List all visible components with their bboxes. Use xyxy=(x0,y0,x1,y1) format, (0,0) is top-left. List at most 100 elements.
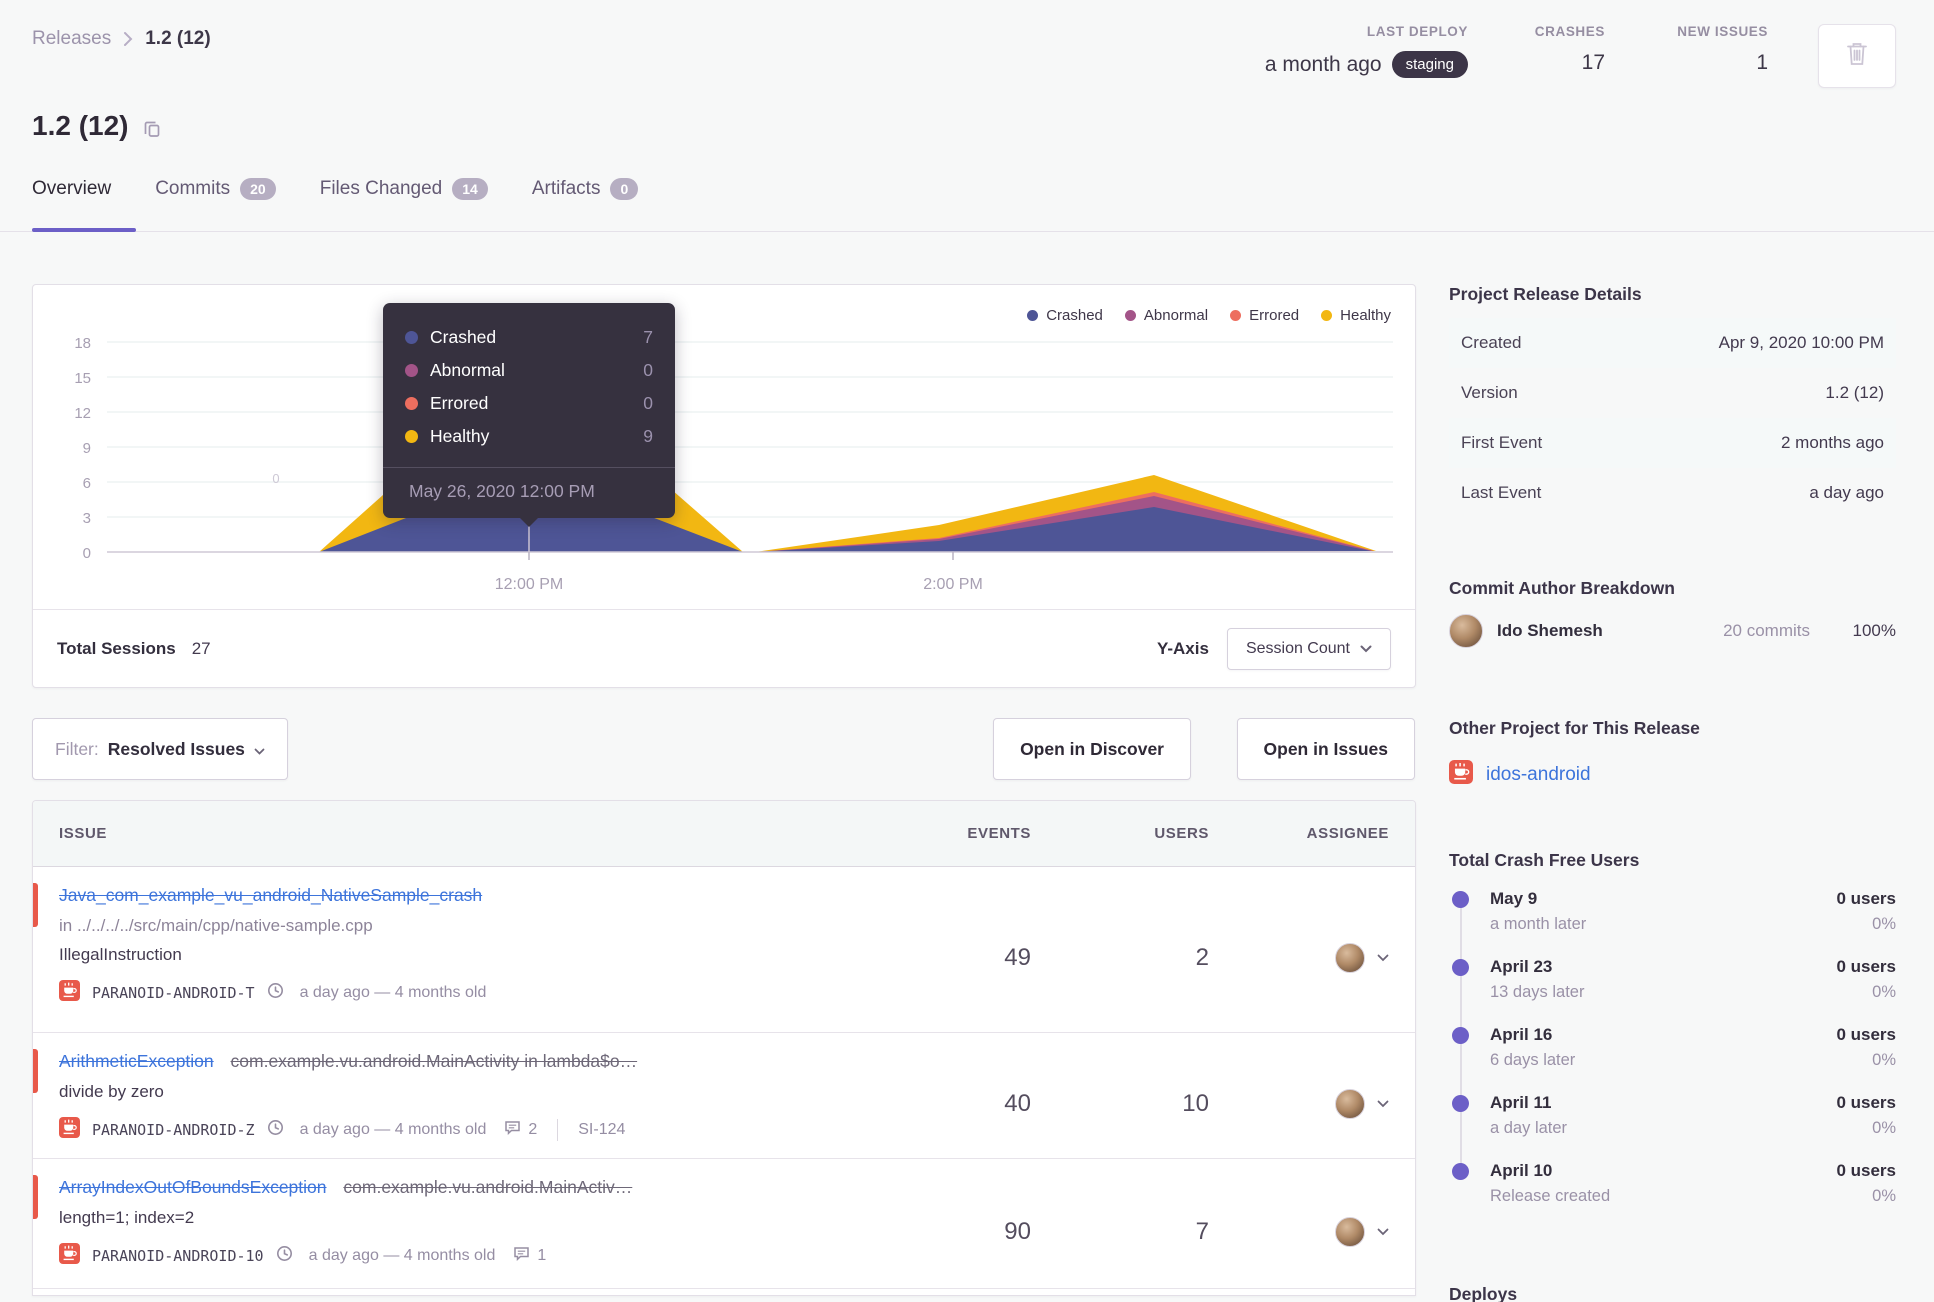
legend-errored[interactable]: Errored xyxy=(1230,307,1299,324)
abnormal-dot-icon xyxy=(1124,310,1136,321)
error-level-bar xyxy=(33,1175,38,1219)
tab-artifacts[interactable]: Artifacts 0 xyxy=(532,178,639,220)
author-avatar xyxy=(1449,614,1483,648)
filter-dropdown[interactable]: Filter: Resolved Issues xyxy=(32,718,288,780)
assignee-avatar[interactable] xyxy=(1335,942,1365,973)
tab-files-changed[interactable]: Files Changed 14 xyxy=(320,178,488,220)
project-slug[interactable]: PARANOID-ANDROID-Z xyxy=(92,1121,255,1139)
comments-indicator[interactable]: 1 xyxy=(513,1246,546,1266)
detail-row-created: Created Apr 9, 2020 10:00 PM xyxy=(1449,318,1896,368)
y-axis-label: Y-Axis xyxy=(1156,638,1209,658)
new-issues-stat: NEW ISSUES 1 xyxy=(1677,24,1768,75)
chevron-right-icon xyxy=(123,31,133,47)
commits-count-badge: 20 xyxy=(240,178,276,200)
crash-free-entry: April 23 13 days later 0 users 0% xyxy=(1449,956,1896,1002)
new-issues-value: 1 xyxy=(1756,51,1768,74)
crashes-value: 17 xyxy=(1581,51,1605,74)
linked-ticket[interactable]: SI-124 xyxy=(578,1121,625,1139)
commit-author-heading: Commit Author Breakdown xyxy=(1449,578,1675,598)
last-deploy-label: LAST DEPLOY xyxy=(1366,24,1468,39)
issue-row: ArrayIndexOutOfBoundsException com.examp… xyxy=(33,1159,1415,1289)
legend-crashed[interactable]: Crashed xyxy=(1027,307,1103,324)
java-platform-icon xyxy=(59,980,80,1006)
svg-text:6: 6 xyxy=(83,475,91,492)
issue-events-count: 90 xyxy=(1004,1217,1031,1245)
clock-icon xyxy=(267,1119,284,1141)
total-sessions-label: Total Sessions xyxy=(57,638,176,658)
issue-subtitle: com.example.vu.android.MainActivity in l… xyxy=(230,1051,638,1071)
sessions-chart-panel: 18 15 12 9 6 3 0 0 12:00 PM 2:00 PM Cras… xyxy=(32,284,1416,688)
crash-free-entry: April 10 Release created 0 users 0% xyxy=(1449,1160,1896,1206)
area-chart-svg: 18 15 12 9 6 3 0 0 12:00 PM 2:00 PM xyxy=(74,335,1393,593)
open-in-discover-button[interactable]: Open in Discover xyxy=(993,718,1191,780)
project-slug[interactable]: PARANOID-ANDROID-10 xyxy=(92,1247,264,1265)
comment-icon xyxy=(513,1246,530,1266)
detail-row-version: Version 1.2 (12) xyxy=(1461,383,1884,402)
chart-legend: Crashed Abnormal Errored Healthy xyxy=(1027,307,1391,324)
clock-icon xyxy=(276,1245,293,1267)
copy-icon[interactable] xyxy=(143,119,162,138)
chevron-down-icon[interactable] xyxy=(1377,954,1389,962)
breadcrumb-releases-link[interactable]: Releases xyxy=(32,28,111,50)
release-details-heading: Project Release Details xyxy=(1449,284,1642,304)
issue-title-link[interactable]: Java_com_example_vu_android_NativeSample… xyxy=(59,885,482,905)
page-title: 1.2 (12) xyxy=(32,110,129,141)
svg-text:18: 18 xyxy=(74,335,91,352)
deploys-heading: Deploys xyxy=(1449,1284,1518,1302)
column-issue: ISSUE xyxy=(59,825,108,842)
issue-culprit: divide by zero xyxy=(59,1082,164,1101)
author-percent: 100% xyxy=(1852,621,1896,640)
abnormal-dot-icon xyxy=(405,364,418,377)
column-users: USERS xyxy=(1154,825,1209,842)
tooltip-row-crashed: Crashed 7 xyxy=(405,321,653,354)
open-in-issues-button[interactable]: Open in Issues xyxy=(1236,718,1415,780)
issue-events-count: 40 xyxy=(1004,1089,1031,1117)
issues-table: ISSUE EVENTS USERS ASSIGNEE Java_com_exa… xyxy=(32,800,1416,1296)
legend-healthy[interactable]: Healthy xyxy=(1321,307,1391,324)
y-axis-select[interactable]: Session Count xyxy=(1226,627,1391,670)
column-assignee: ASSIGNEE xyxy=(1306,825,1389,842)
project-slug[interactable]: PARANOID-ANDROID-T xyxy=(92,984,255,1002)
artifacts-count-badge: 0 xyxy=(610,178,639,200)
detail-row-first-event: First Event 2 months ago xyxy=(1449,418,1896,468)
issue-subtitle: com.example.vu.android.MainActiv… xyxy=(343,1177,633,1197)
crash-free-entry: April 11 a day later 0 users 0% xyxy=(1449,1092,1896,1138)
comments-indicator[interactable]: 2 xyxy=(504,1120,537,1140)
assignee-avatar[interactable] xyxy=(1335,1088,1365,1119)
sessions-chart[interactable]: 18 15 12 9 6 3 0 0 12:00 PM 2:00 PM Cras… xyxy=(33,285,1415,611)
author-commits: 20 commits xyxy=(1723,621,1810,640)
delete-release-button[interactable] xyxy=(1818,24,1896,88)
issue-title-link[interactable]: ArithmeticException xyxy=(59,1051,214,1071)
detail-row-last-event: Last Event a day ago xyxy=(1461,483,1884,502)
active-tab-underline xyxy=(32,228,136,232)
chart-footer: Total Sessions 27 Y-Axis Session Count xyxy=(33,609,1415,687)
chevron-down-icon[interactable] xyxy=(1377,1228,1389,1236)
svg-text:12: 12 xyxy=(74,405,91,422)
x-tick-noon: 12:00 PM xyxy=(495,576,563,593)
crashes-label: CRASHES xyxy=(1534,24,1605,39)
tab-commits[interactable]: Commits 20 xyxy=(155,178,276,220)
issue-culprit: length=1; index=2 xyxy=(59,1208,195,1227)
tooltip-row-errored: Errored 0 xyxy=(405,387,653,420)
issue-title-link[interactable]: ArrayIndexOutOfBoundsException xyxy=(59,1177,327,1197)
healthy-dot-icon xyxy=(1321,310,1333,321)
tab-overview[interactable]: Overview xyxy=(32,178,111,220)
trash-icon xyxy=(1843,39,1871,74)
commit-author-row: Ido Shemesh 20 commits 100% xyxy=(1449,614,1896,648)
breadcrumb: Releases 1.2 (12) xyxy=(32,28,211,50)
svg-text:15: 15 xyxy=(74,370,91,387)
sidebar: Project Release Details Created Apr 9, 2… xyxy=(1449,284,1896,1302)
other-project-heading: Other Project for This Release xyxy=(1449,718,1700,738)
assignee-avatar[interactable] xyxy=(1335,1216,1365,1247)
chevron-down-icon xyxy=(254,739,265,760)
files-changed-count-badge: 14 xyxy=(452,178,488,200)
issue-age: a day ago — 4 months old xyxy=(308,1247,496,1264)
errored-dot-icon xyxy=(405,397,418,410)
legend-abnormal[interactable]: Abnormal xyxy=(1124,307,1208,324)
crash-free-entry: April 16 6 days later 0 users 0% xyxy=(1449,1024,1896,1070)
java-platform-icon xyxy=(59,1117,80,1143)
other-project-link[interactable]: idos-android xyxy=(1449,760,1591,790)
svg-text:3: 3 xyxy=(83,510,91,527)
chevron-down-icon xyxy=(1360,640,1372,658)
chevron-down-icon[interactable] xyxy=(1377,1100,1389,1108)
